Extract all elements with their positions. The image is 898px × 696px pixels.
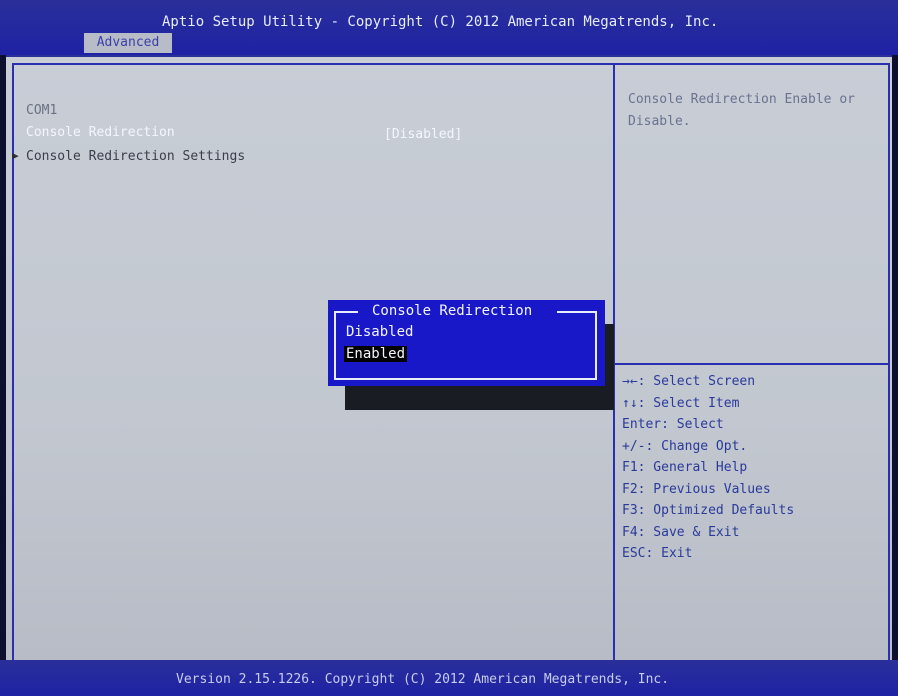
help-text: Console Redirection Enable or Disable. [628, 92, 855, 129]
menu-item-console-redirection[interactable]: Console Redirection [26, 125, 175, 140]
key-enter-select: Enter: Select [622, 417, 724, 432]
bottom-bar: Version 2.15.1226. Copyright (C) 2012 Am… [0, 660, 898, 696]
key-previous-values: F2: Previous Values [622, 481, 771, 497]
footer-version: Version 2.15.1226. Copyright (C) 2012 Am… [176, 672, 670, 687]
submenu-arrow-icon: ▶ [12, 149, 19, 162]
popup-frame-top-left [334, 311, 358, 313]
key-change-opt: +/-: Change Opt. [622, 438, 748, 454]
key-select-item: ↑↓: Select Item [622, 395, 740, 411]
key-esc-exit: ESC: Exit [622, 546, 693, 561]
popup-frame-top-right [557, 311, 597, 313]
key-select-screen: →←: Select Screen [622, 374, 756, 389]
tab-advanced[interactable]: Advanced [84, 33, 172, 53]
section-com1: COM1 [26, 103, 58, 118]
popup-option-enabled[interactable]: Enabled [344, 346, 408, 362]
key-legend: →←: Select Screen ↑↓: Select Item Enter:… [622, 371, 794, 565]
help-divider [615, 363, 890, 365]
menu-item-console-redirection-settings[interactable]: Console Redirection Settings [26, 149, 245, 164]
popup-title: Console Redirection [372, 303, 533, 319]
bios-title: Aptio Setup Utility - Copyright (C) 2012… [162, 14, 719, 30]
popup-option-disabled[interactable]: Disabled [346, 324, 413, 340]
key-save-exit: F4: Save & Exit [622, 524, 740, 540]
console-redirection-value[interactable]: [Disabled] [384, 127, 462, 142]
key-general-help: F1: General Help [622, 460, 748, 475]
top-bar: Aptio Setup Utility - Copyright (C) 2012… [0, 0, 898, 55]
key-optimized-defaults: F3: Optimized Defaults [622, 503, 795, 518]
console-redirection-popup: Console Redirection Disabled Enabled [328, 300, 605, 386]
